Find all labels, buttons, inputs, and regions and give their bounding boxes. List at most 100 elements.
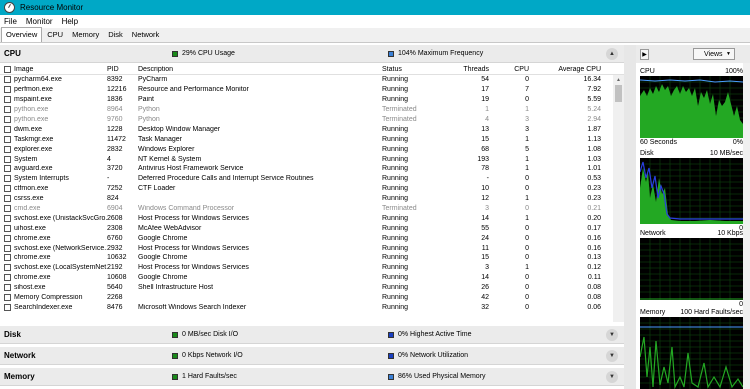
views-dropdown[interactable]: Views ▼ — [693, 48, 735, 60]
table-row[interactable]: System Interrupts - Deferred Procedure Cal… — [0, 174, 624, 184]
column-average-cpu[interactable]: Average CPU — [532, 66, 605, 73]
row-checkbox[interactable] — [0, 264, 13, 272]
table-row[interactable]: chrome.exe 10608 Google Chrome Running 14 0 0.… — [0, 273, 624, 283]
process-pid: 1228 — [107, 125, 123, 133]
table-row[interactable]: avguard.exe 3720 Antivirus Host Framework … — [0, 164, 624, 174]
row-checkbox[interactable] — [0, 145, 13, 153]
process-pid: 10632 — [107, 254, 127, 262]
process-status: Running — [382, 86, 409, 94]
table-row[interactable]: Taskmgr.exe 11472 Task Manager Running 15 1 1.… — [0, 134, 624, 144]
process-threads: 42 — [481, 294, 489, 302]
menu-monitor[interactable]: Monitor — [26, 17, 53, 26]
table-row[interactable]: cmd.exe 6904 Windows Command Processor Term… — [0, 204, 624, 214]
cpu-graph-block: CPU 100% 60 Seconds 0% — [640, 67, 743, 147]
table-row[interactable]: SearchIndexer.exe 8476 Microsoft Windows S… — [0, 302, 624, 312]
row-checkbox[interactable] — [0, 244, 13, 252]
column-threads[interactable]: Threads — [438, 66, 492, 73]
graphs-scrollbar[interactable] — [743, 63, 750, 389]
row-checkbox[interactable] — [0, 284, 13, 292]
column-image[interactable]: Image — [13, 66, 107, 73]
row-checkbox[interactable] — [0, 205, 13, 213]
process-description: Antivirus Host Framework Service — [138, 165, 244, 173]
row-checkbox[interactable] — [0, 214, 13, 222]
select-all-checkbox[interactable] — [0, 65, 13, 73]
table-row[interactable]: python.exe 9760 Python Terminated 4 3 2.94 — [0, 115, 624, 125]
tab-memory[interactable]: Memory — [68, 28, 103, 42]
table-row[interactable]: explorer.exe 2832 Windows Explorer Running 6… — [0, 144, 624, 154]
table-row[interactable]: perfmon.exe 12216 Resource and Performance… — [0, 85, 624, 95]
menu-help[interactable]: Help — [62, 17, 78, 26]
menu-file[interactable]: File — [4, 17, 17, 26]
process-status: Terminated — [382, 116, 417, 123]
table-scrollbar[interactable]: ▲ — [613, 75, 624, 322]
green-square-icon — [172, 50, 178, 57]
table-row[interactable]: pycharm64.exe 8392 PyCharm Running 54 0 16.34 — [0, 75, 624, 85]
tab-cpu[interactable]: CPU — [43, 28, 67, 42]
row-checkbox[interactable] — [0, 294, 13, 302]
table-row[interactable]: svchost.exe (LocalSystemNet... 2192 Host P… — [0, 263, 624, 273]
column-pid[interactable]: PID — [107, 66, 138, 73]
tab-network[interactable]: Network — [128, 28, 164, 42]
process-threads: 54 — [481, 76, 489, 84]
process-image: python.exe — [14, 106, 49, 114]
column-status[interactable]: Status — [382, 66, 438, 73]
expand-disk-button[interactable]: ▼ — [606, 329, 618, 341]
table-row[interactable]: csrss.exe 824 Running 12 1 0.23 — [0, 194, 624, 204]
process-cpu: 0 — [525, 284, 529, 292]
row-checkbox[interactable] — [0, 175, 13, 183]
collapse-cpu-button[interactable]: ▲ — [606, 48, 618, 60]
table-row[interactable]: mspaint.exe 1836 Paint Running 19 0 5.59 — [0, 95, 624, 105]
column-cpu[interactable]: CPU — [492, 66, 532, 73]
process-status: Running — [382, 274, 409, 282]
scrollbar-thumb[interactable] — [615, 85, 622, 102]
row-checkbox[interactable] — [0, 86, 13, 94]
row-checkbox[interactable] — [0, 76, 13, 84]
table-row[interactable]: dwm.exe 1228 Desktop Window Manager Running… — [0, 124, 624, 134]
table-row[interactable]: ctfmon.exe 7252 CTF Loader Running 10 0 0.23 — [0, 184, 624, 194]
row-checkbox[interactable] — [0, 274, 13, 282]
row-checkbox[interactable] — [0, 195, 13, 203]
scroll-up-arrow-icon[interactable]: ▲ — [613, 75, 624, 84]
row-checkbox[interactable] — [0, 116, 13, 123]
column-description[interactable]: Description — [138, 66, 382, 73]
table-row[interactable]: System 4 NT Kernel & System Running 193 1 1.03 — [0, 154, 624, 164]
table-row[interactable]: sihost.exe 5640 Shell Infrastructure Host R… — [0, 283, 624, 293]
row-checkbox[interactable] — [0, 165, 13, 173]
network-section-header[interactable]: Network 0 Kbps Network I/O 0% Network Ut… — [0, 347, 624, 365]
table-row[interactable]: chrome.exe 10632 Google Chrome Running 15 0 0.… — [0, 253, 624, 263]
table-row[interactable]: uihost.exe 2308 McAfee WebAdvisor Running 55… — [0, 223, 624, 233]
disk-section-header[interactable]: Disk 0 MB/sec Disk I/O 0% Highest Active… — [0, 326, 624, 344]
row-checkbox[interactable] — [0, 106, 13, 114]
process-cpu: 0 — [525, 175, 529, 183]
row-checkbox[interactable] — [0, 254, 13, 262]
table-row[interactable]: Memory Compression 2268 Running 42 0 0.08 — [0, 293, 624, 303]
row-checkbox[interactable] — [0, 234, 13, 242]
row-checkbox[interactable] — [0, 224, 13, 232]
physical-memory-stat: 86% Used Physical Memory — [388, 373, 604, 380]
process-pid: 10608 — [107, 274, 127, 282]
row-checkbox[interactable] — [0, 96, 13, 104]
checkbox-icon — [4, 254, 11, 262]
row-checkbox[interactable] — [0, 135, 13, 143]
table-row[interactable]: python.exe 8964 Python Terminated 1 1 5.24 — [0, 105, 624, 115]
process-image: chrome.exe — [14, 234, 51, 242]
row-checkbox[interactable] — [0, 155, 13, 163]
tab-overview[interactable]: Overview — [1, 27, 43, 42]
memory-section-header[interactable]: Memory 1 Hard Faults/sec 86% Used Physic… — [0, 368, 624, 386]
table-row[interactable]: chrome.exe 6760 Google Chrome Running 24 0 0.1… — [0, 233, 624, 243]
process-image: perfmon.exe — [14, 86, 53, 94]
expand-network-button[interactable]: ▼ — [606, 350, 618, 362]
table-row[interactable]: svchost.exe (NetworkService... 2932 Host P… — [0, 243, 624, 253]
cpu-section-header[interactable]: CPU 29% CPU Usage 104% Maximum Frequency… — [0, 45, 624, 63]
row-checkbox[interactable] — [0, 185, 13, 193]
panel-splitter[interactable] — [624, 45, 636, 389]
table-row[interactable]: svchost.exe (UnistackSvcGro... 2608 Host P… — [0, 213, 624, 223]
disk-graph-block: Disk 10 MB/sec 0 — [640, 149, 743, 233]
expand-memory-button[interactable]: ▼ — [606, 371, 618, 383]
cpu-graph-min: 0% — [732, 139, 743, 146]
network-graph-label: Network — [640, 230, 666, 237]
row-checkbox[interactable] — [0, 303, 13, 311]
row-checkbox[interactable] — [0, 125, 13, 133]
tab-disk[interactable]: Disk — [104, 28, 127, 42]
expand-panel-arrow-icon[interactable]: ▶ — [640, 48, 649, 60]
